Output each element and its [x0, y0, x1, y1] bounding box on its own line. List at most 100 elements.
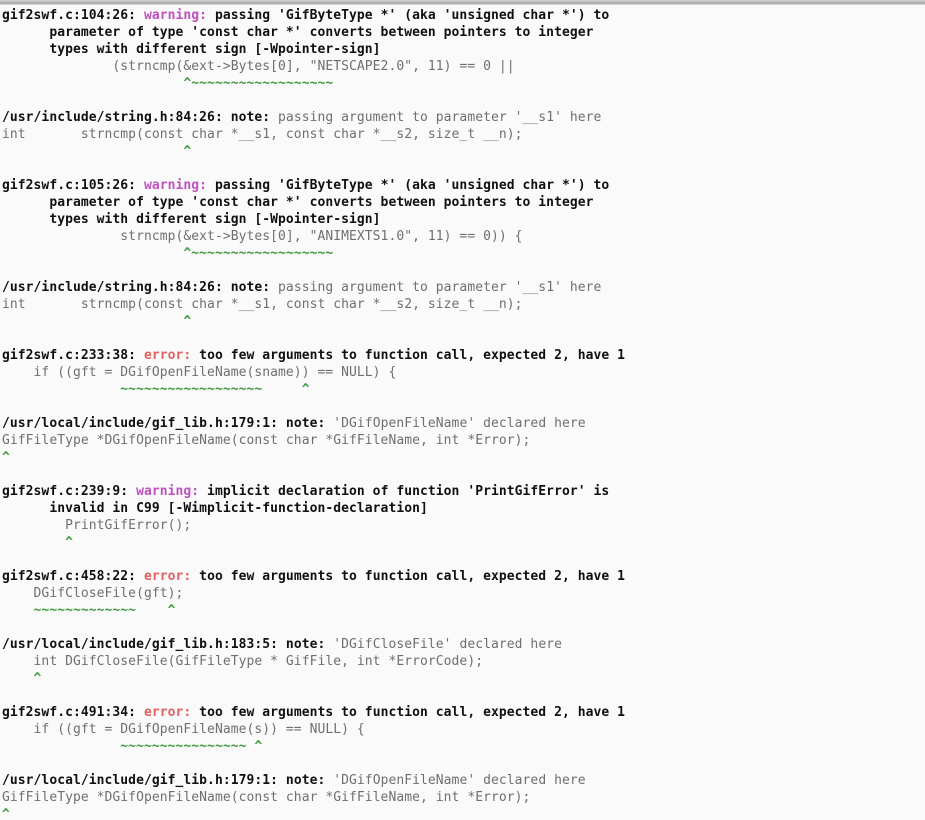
- source-snippet-line: PrintGifError();: [2, 517, 925, 534]
- caret-marker: ^: [2, 144, 192, 159]
- caret-marker-line: ~~~~~~~~~~~~~~~~~~ ^: [2, 381, 925, 398]
- source-code-text: if ((gft = DGifOpenFileName(sname)) == N…: [2, 365, 397, 380]
- source-code-text: int DGifCloseFile(GifFileType * GifFile,…: [2, 654, 484, 669]
- diagnostic-message-continuation: types with different sign [-Wpointer-sig…: [2, 41, 925, 58]
- diagnostic-line: /usr/include/string.h:84:26: note: passi…: [2, 109, 925, 126]
- caret-marker-line: ^~~~~~~~~~~~~~~~~~~: [2, 245, 925, 262]
- source-code-text: GifFileType *DGifOpenFileName(const char…: [2, 790, 531, 805]
- diagnostic-line: /usr/local/include/gif_lib.h:179:1: note…: [2, 415, 925, 432]
- diagnostic-message: too few arguments to function call, expe…: [191, 348, 626, 363]
- caret-marker: ^: [2, 314, 192, 329]
- source-snippet-line: int strncmp(const char *__s1, const char…: [2, 296, 925, 313]
- diagnostic-line: gif2swf.c:105:26: warning: passing 'GifB…: [2, 177, 925, 194]
- diagnostic-location: gif2swf.c:239:9:: [2, 484, 129, 499]
- source-snippet-line: if ((gft = DGifOpenFileName(s)) == NULL)…: [2, 721, 925, 738]
- caret-marker: ^: [2, 535, 73, 550]
- caret-marker-line: ~~~~~~~~~~~~~ ^: [2, 602, 925, 619]
- diagnostic-message: too few arguments to function call, expe…: [191, 705, 626, 720]
- caret-marker-line: ^: [2, 143, 925, 160]
- caret-marker-line: ^: [2, 806, 925, 820]
- diagnostic-severity-warning: warning:: [128, 484, 200, 499]
- source-code-text: GifFileType *DGifOpenFileName(const char…: [2, 433, 531, 448]
- diagnostic-line: /usr/local/include/gif_lib.h:179:1: note…: [2, 772, 925, 789]
- diagnostic-message: types with different sign [-Wpointer-sig…: [2, 212, 381, 227]
- caret-marker: ^~~~~~~~~~~~~~~~~~~: [2, 76, 334, 91]
- caret-marker-line: ~~~~~~~~~~~~~~~~ ^: [2, 738, 925, 755]
- diagnostic-message: passing 'GifByteType *' (aka 'unsigned c…: [207, 178, 610, 193]
- diagnostic-severity-warning: warning:: [136, 178, 208, 193]
- source-snippet-line: GifFileType *DGifOpenFileName(const char…: [2, 789, 925, 806]
- source-code-text: if ((gft = DGifOpenFileName(s)) == NULL)…: [2, 722, 365, 737]
- diagnostic-location: /usr/local/include/gif_lib.h:183:5:: [2, 637, 279, 652]
- caret-marker-line: ^: [2, 449, 925, 466]
- diagnostic-location: /usr/include/string.h:84:26:: [2, 110, 223, 125]
- source-snippet-line: int strncmp(const char *__s1, const char…: [2, 126, 925, 143]
- diagnostic-line: gif2swf.c:233:38: error: too few argumen…: [2, 347, 925, 364]
- source-snippet-line: DGifCloseFile(gft);: [2, 585, 925, 602]
- source-code-text: strncmp(&ext->Bytes[0], "ANIMEXTS1.0", 1…: [2, 229, 523, 244]
- diagnostic-message: passing argument to parameter '__s1' her…: [270, 110, 602, 125]
- source-snippet-line: (strncmp(&ext->Bytes[0], "NETSCAPE2.0", …: [2, 58, 925, 75]
- source-code-text: int strncmp(const char *__s1, const char…: [2, 297, 523, 312]
- source-code-text: PrintGifError();: [2, 518, 192, 533]
- diagnostic-severity-error: error:: [136, 705, 192, 720]
- diagnostic-severity-note: note:: [222, 280, 271, 295]
- caret-marker-line: ^: [2, 313, 925, 330]
- diagnostic-location: gif2swf.c:104:26:: [2, 8, 137, 23]
- diagnostic-line: gif2swf.c:458:22: error: too few argumen…: [2, 568, 925, 585]
- source-code-text: int strncmp(const char *__s1, const char…: [2, 127, 523, 142]
- diagnostic-message: parameter of type 'const char *' convert…: [2, 195, 594, 210]
- diagnostic-message-continuation: parameter of type 'const char *' convert…: [2, 194, 925, 211]
- caret-marker: ^~~~~~~~~~~~~~~~~~~: [2, 246, 334, 261]
- diagnostic-message: 'DGifCloseFile' declared here: [325, 637, 562, 652]
- diagnostic-message-continuation: types with different sign [-Wpointer-sig…: [2, 211, 925, 228]
- caret-marker: ~~~~~~~~~~~~~~~~ ^: [2, 739, 263, 754]
- caret-marker: ^: [2, 807, 10, 820]
- diagnostic-message: invalid in C99 [-Wimplicit-function-decl…: [2, 501, 428, 516]
- source-code-text: DGifCloseFile(gft);: [2, 586, 184, 601]
- diagnostic-message: implicit declaration of function 'PrintG…: [199, 484, 610, 499]
- source-snippet-line: GifFileType *DGifOpenFileName(const char…: [2, 432, 925, 449]
- caret-marker: ~~~~~~~~~~~~~ ^: [2, 603, 176, 618]
- diagnostic-location: /usr/local/include/gif_lib.h:179:1:: [2, 416, 279, 431]
- diagnostic-severity-note: note:: [278, 416, 326, 431]
- caret-marker-line: ^: [2, 534, 925, 551]
- caret-marker-line: ^~~~~~~~~~~~~~~~~~~: [2, 75, 925, 92]
- diagnostic-message-continuation: parameter of type 'const char *' convert…: [2, 24, 925, 41]
- diagnostic-severity-error: error:: [136, 569, 192, 584]
- diagnostic-severity-note: note:: [278, 773, 326, 788]
- diagnostic-location: gif2swf.c:105:26:: [2, 178, 137, 193]
- diagnostic-severity-note: note:: [222, 110, 271, 125]
- diagnostic-location: gif2swf.c:458:22:: [2, 569, 137, 584]
- caret-marker: ~~~~~~~~~~~~~~~~~~ ^: [2, 382, 310, 397]
- diagnostic-message: types with different sign [-Wpointer-sig…: [2, 42, 381, 57]
- diagnostic-message: passing 'GifByteType *' (aka 'unsigned c…: [207, 8, 610, 23]
- diagnostic-line: gif2swf.c:239:9: warning: implicit decla…: [2, 483, 925, 500]
- diagnostic-line: gif2swf.c:104:26: warning: passing 'GifB…: [2, 7, 925, 24]
- diagnostic-line: gif2swf.c:491:34: error: too few argumen…: [2, 704, 925, 721]
- source-snippet-line: strncmp(&ext->Bytes[0], "ANIMEXTS1.0", 1…: [2, 228, 925, 245]
- source-snippet-line: if ((gft = DGifOpenFileName(sname)) == N…: [2, 364, 925, 381]
- diagnostic-message: parameter of type 'const char *' convert…: [2, 25, 594, 40]
- diagnostic-message-continuation: invalid in C99 [-Wimplicit-function-decl…: [2, 500, 925, 517]
- diagnostic-location: gif2swf.c:233:38:: [2, 348, 137, 363]
- caret-marker: ^: [2, 450, 10, 465]
- source-snippet-line: int DGifCloseFile(GifFileType * GifFile,…: [2, 653, 925, 670]
- diagnostic-message: 'DGifOpenFileName' declared here: [325, 416, 586, 431]
- diagnostic-message: passing argument to parameter '__s1' her…: [270, 280, 602, 295]
- terminal-output-area[interactable]: gif2swf.c:104:26: warning: passing 'GifB…: [0, 5, 925, 820]
- diagnostic-location: gif2swf.c:491:34:: [2, 705, 137, 720]
- diagnostic-line: /usr/local/include/gif_lib.h:183:5: note…: [2, 636, 925, 653]
- terminal-window[interactable]: gif2swf.c:104:26: warning: passing 'GifB…: [0, 0, 925, 820]
- diagnostic-line: /usr/include/string.h:84:26: note: passi…: [2, 279, 925, 296]
- diagnostic-message: 'DGifOpenFileName' declared here: [325, 773, 586, 788]
- diagnostic-message: too few arguments to function call, expe…: [191, 569, 626, 584]
- diagnostic-severity-note: note:: [278, 637, 326, 652]
